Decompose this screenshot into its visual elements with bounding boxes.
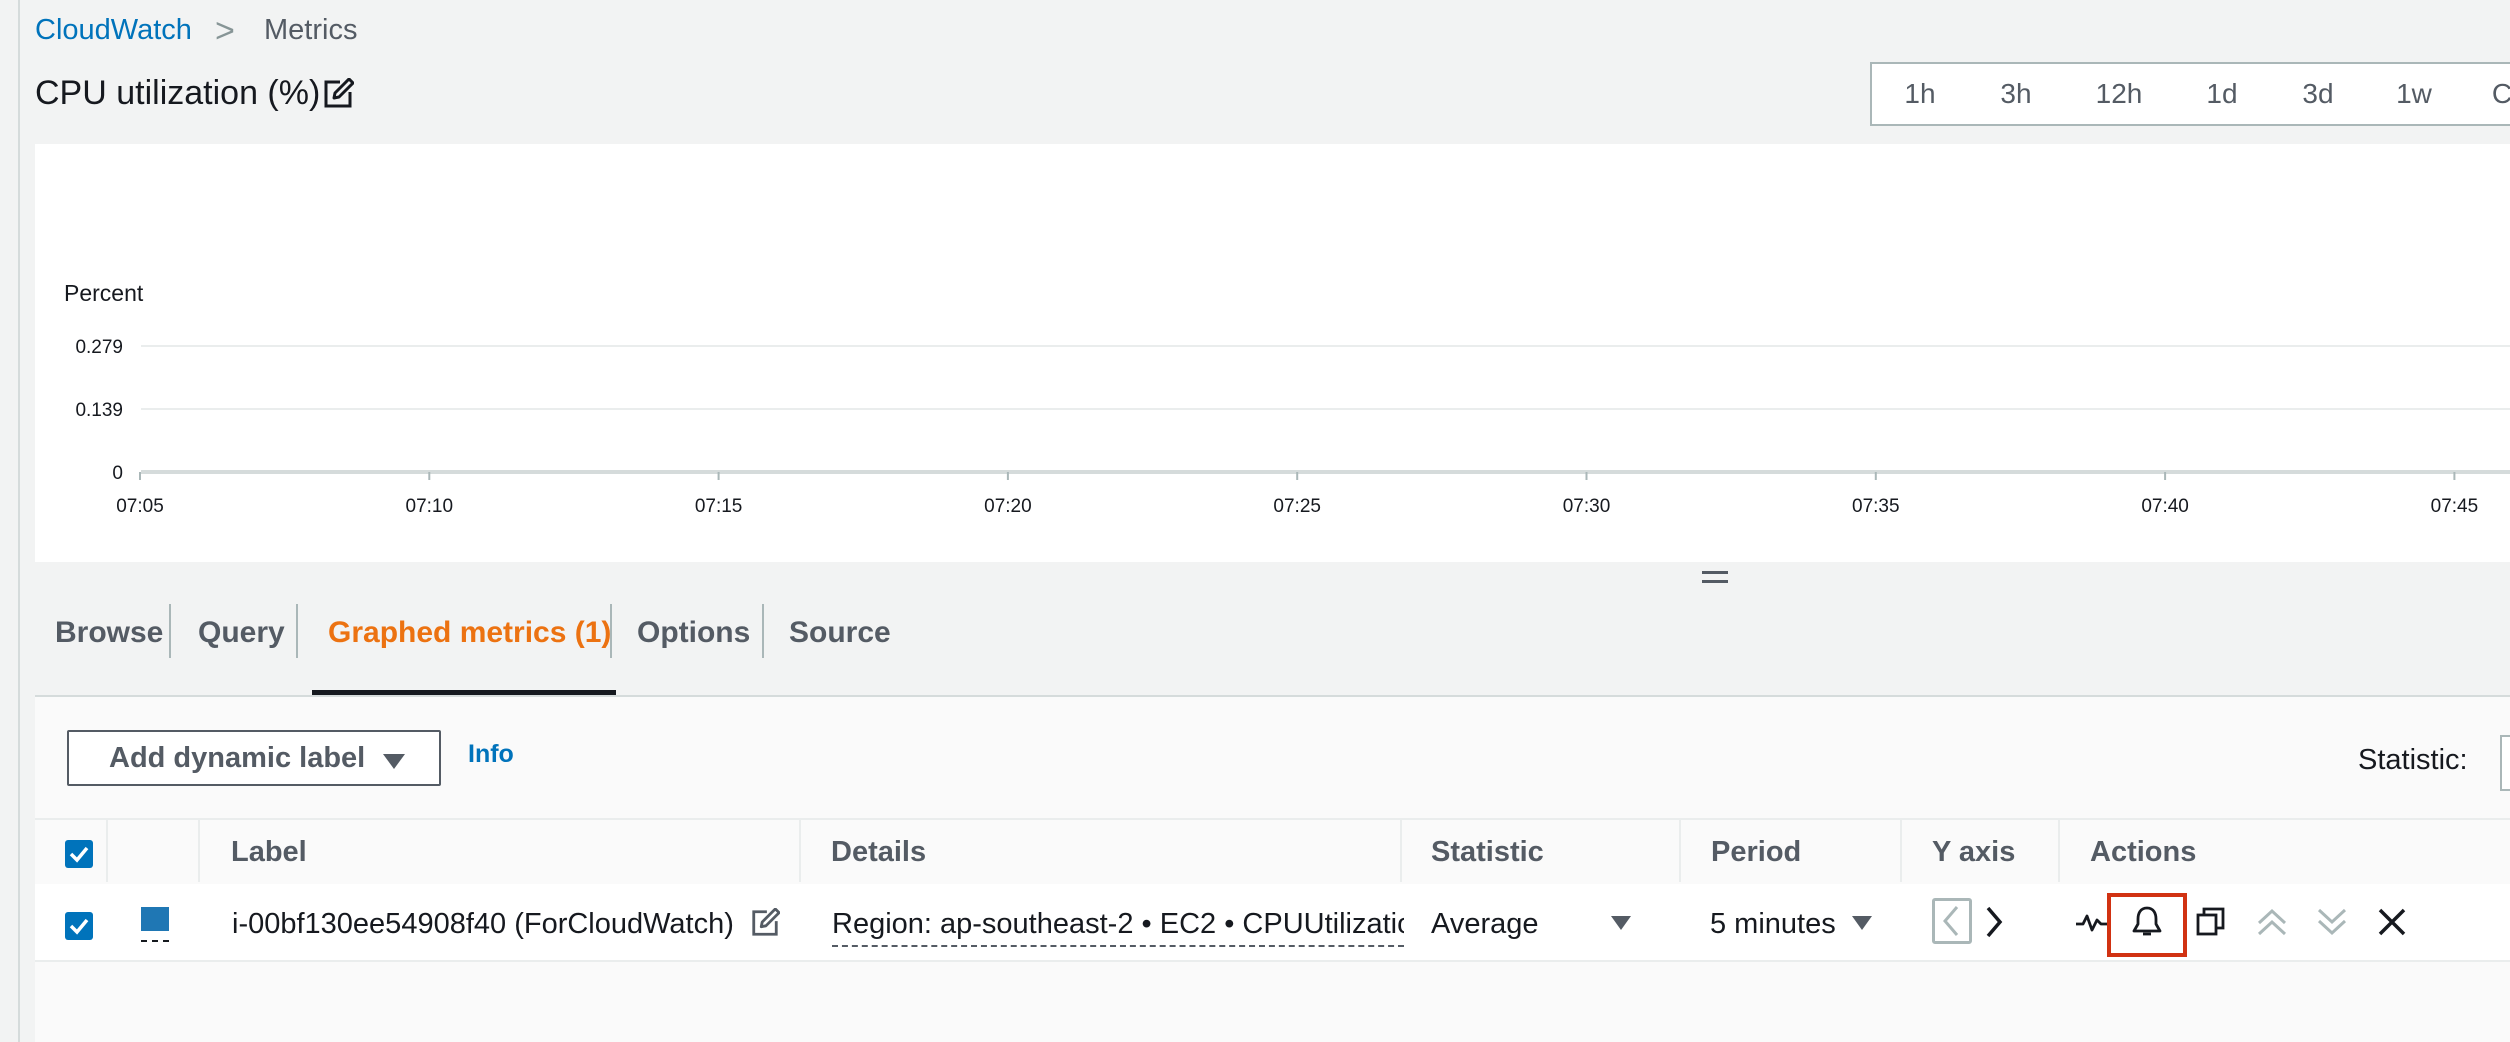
x-tick-label: 07:10	[406, 496, 454, 517]
column-divider	[2058, 820, 2060, 882]
column-header-y-axis: Y axis	[1932, 836, 2016, 868]
x-tick-label: 07:15	[695, 496, 743, 517]
y-axis-title: Percent	[64, 280, 144, 306]
y-tick-label: 0.139	[75, 400, 123, 421]
time-range-3d[interactable]: 3d	[2270, 64, 2366, 124]
tab-options[interactable]: Options	[637, 600, 750, 696]
period-select-value[interactable]: 5 minutes	[1710, 908, 1836, 941]
tab-divider	[762, 604, 764, 658]
add-dynamic-label-button[interactable]: Add dynamic label	[67, 730, 441, 786]
time-range-1w[interactable]: 1w	[2366, 64, 2462, 124]
tab-source[interactable]: Source	[789, 600, 891, 696]
resize-handle-icon[interactable]	[1700, 568, 1730, 588]
move-up-icon[interactable]	[2254, 904, 2290, 940]
select-all-checkbox[interactable]	[65, 840, 93, 868]
line-chart-icon[interactable]	[2074, 904, 2110, 940]
chart-panel: 0.279 0.139 0 07:05 07:10 07:15 07:20 07:25 07:3…	[35, 144, 2510, 562]
breadcrumb-current: Metrics	[264, 14, 358, 46]
statistic-select[interactable]	[2500, 735, 2510, 791]
statistic-label: Statistic:	[2358, 744, 2468, 776]
column-divider	[799, 820, 801, 882]
x-tick-label: 07:05	[116, 496, 164, 517]
statistic-select-value[interactable]: Average	[1431, 908, 1539, 941]
column-divider	[1400, 820, 1402, 882]
time-range-1h[interactable]: 1h	[1872, 64, 1968, 124]
x-tick-label: 07:45	[2431, 496, 2479, 517]
column-divider	[106, 820, 108, 882]
tab-divider	[610, 604, 612, 658]
column-divider	[198, 820, 200, 882]
column-header-period: Period	[1711, 836, 1802, 868]
tab-divider	[169, 604, 171, 658]
column-header-statistic: Statistic	[1431, 836, 1544, 868]
breadcrumb-separator: >	[215, 12, 235, 50]
time-range-custom[interactable]: C	[2462, 64, 2510, 124]
time-range-selector: 1h 3h 12h 1d 3d 1w C	[1870, 62, 2510, 126]
series-color-swatch[interactable]	[141, 907, 169, 931]
tab-query[interactable]: Query	[198, 600, 285, 696]
series-line-style	[141, 940, 169, 942]
time-range-1d[interactable]: 1d	[2174, 64, 2270, 124]
tab-browse[interactable]: Browse	[55, 600, 163, 696]
tab-divider	[296, 604, 298, 658]
x-tick-label: 07:25	[1273, 496, 1321, 517]
info-link[interactable]: Info	[468, 740, 514, 769]
statistic-caret-down-icon[interactable]	[1611, 916, 1631, 930]
column-divider	[1900, 820, 1902, 882]
graph-title: CPU utilization (%)	[35, 74, 321, 112]
x-tick-label: 07:30	[1563, 496, 1611, 517]
check-icon	[69, 846, 89, 863]
add-dynamic-label-text: Add dynamic label	[109, 742, 366, 774]
column-header-actions: Actions	[2090, 836, 2197, 868]
check-icon	[69, 918, 89, 935]
left-rail	[0, 0, 20, 1042]
metric-label[interactable]: i-00bf130ee54908f40 (ForCloudWatch)	[232, 908, 734, 941]
x-tick-label: 07:40	[2141, 496, 2189, 517]
edit-icon[interactable]	[750, 908, 780, 938]
y-tick-label: 0.279	[75, 337, 123, 358]
chevron-right-icon[interactable]	[1980, 900, 2010, 944]
x-tick-label: 07:20	[984, 496, 1032, 517]
metric-details[interactable]: Region: ap-southeast-2 • EC2 • CPUUtiliz…	[832, 908, 1404, 947]
chevron-left-icon	[1943, 906, 1959, 936]
caret-down-icon	[383, 754, 405, 769]
edit-icon[interactable]	[322, 78, 354, 110]
tab-graphed-metrics[interactable]: Graphed metrics (1)	[328, 600, 611, 696]
cpu-chart: 0.279 0.139 0 07:05 07:10 07:15 07:20 07:25 07:3…	[75, 337, 2510, 517]
x-tick-label: 07:35	[1852, 496, 1900, 517]
column-divider	[1679, 820, 1681, 882]
column-header-details: Details	[831, 836, 927, 868]
move-down-icon[interactable]	[2314, 904, 2350, 940]
y-tick-label: 0	[112, 463, 123, 484]
column-header-label: Label	[231, 836, 307, 868]
time-range-12h[interactable]: 12h	[2064, 64, 2174, 124]
metrics-tabs: Browse Query Graphed metrics (1) Options…	[35, 600, 2510, 695]
breadcrumb-cloudwatch-link[interactable]: CloudWatch	[35, 14, 192, 47]
y-axis-left-button[interactable]	[1932, 898, 1972, 944]
period-caret-down-icon[interactable]	[1852, 916, 1872, 930]
time-range-3h[interactable]: 3h	[1968, 64, 2064, 124]
row-checkbox[interactable]	[65, 912, 93, 940]
close-icon[interactable]	[2374, 904, 2410, 940]
copy-icon[interactable]	[2193, 904, 2229, 940]
alarm-action-highlight	[2107, 893, 2187, 957]
